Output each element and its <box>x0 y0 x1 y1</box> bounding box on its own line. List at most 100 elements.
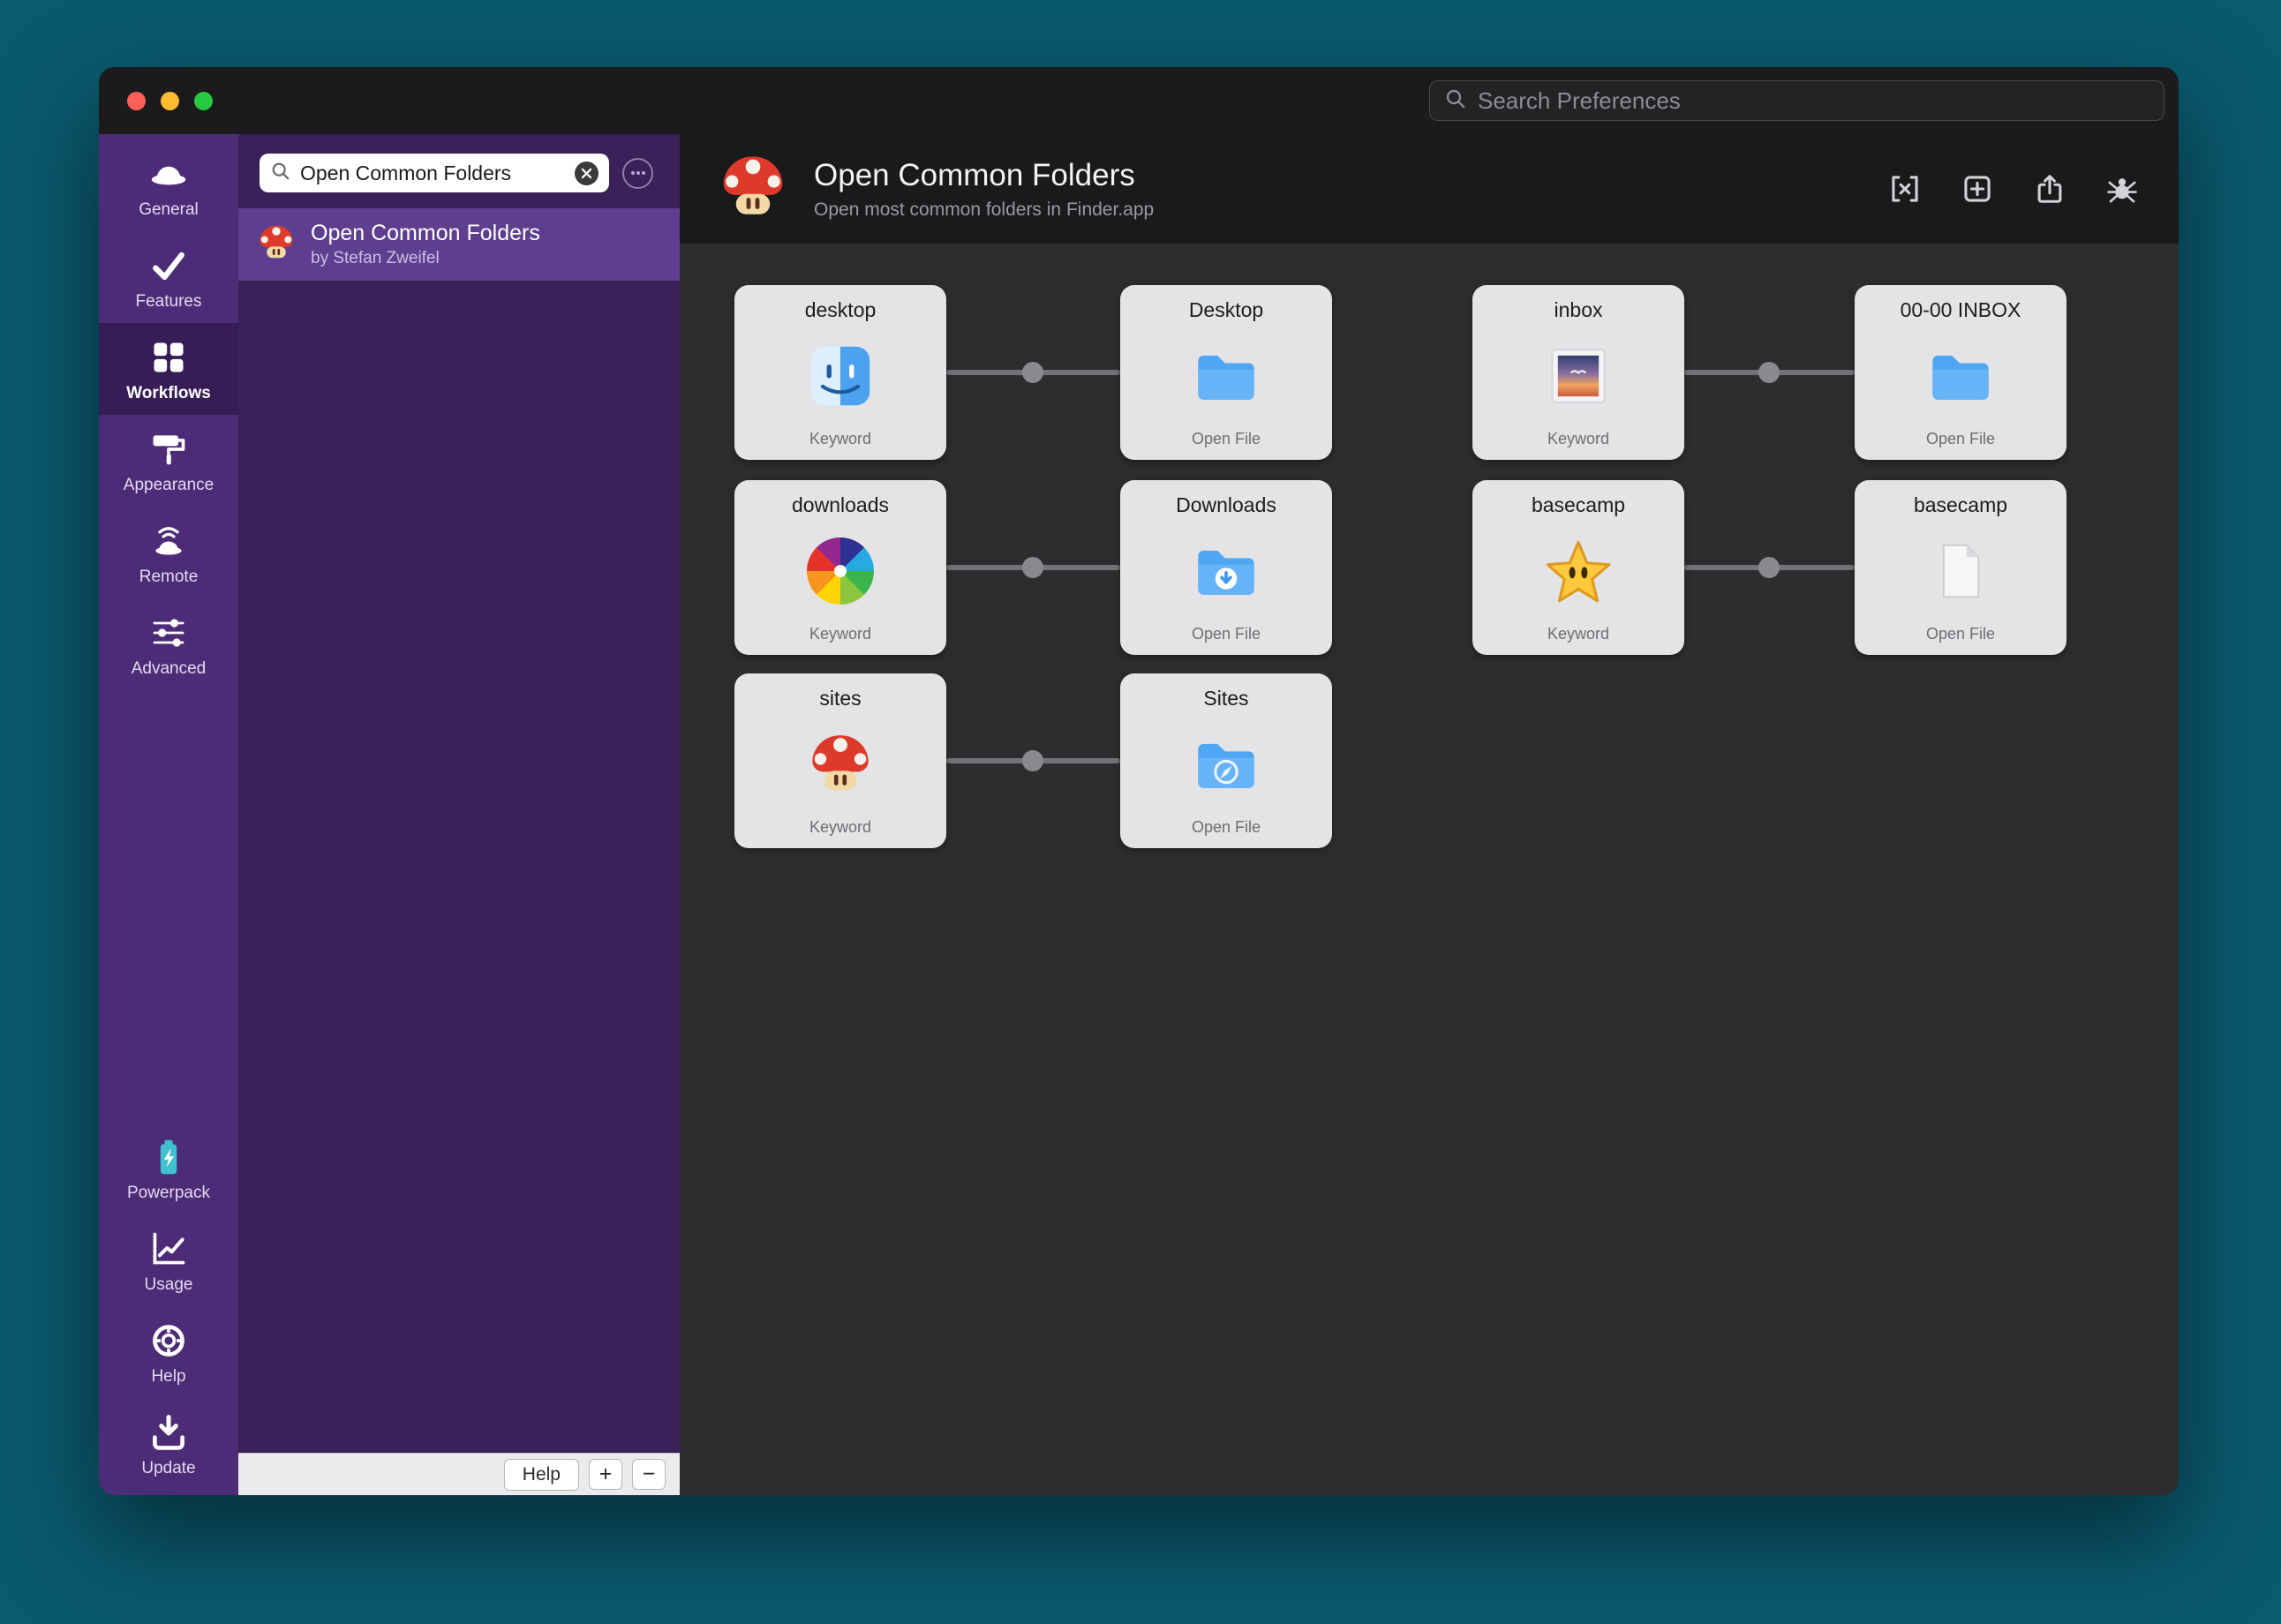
sidebar-item-label: Appearance <box>123 476 215 494</box>
search-preferences-field[interactable] <box>1429 80 2164 121</box>
sidebar-item-label: Powerpack <box>127 1184 210 1202</box>
connection-dot[interactable] <box>1022 750 1043 771</box>
mushroom-icon <box>256 222 297 267</box>
node-title: basecamp <box>1913 493 2008 516</box>
hat-icon <box>148 154 189 194</box>
minimize-window-button[interactable] <box>161 91 179 110</box>
node-title: Downloads <box>1176 493 1276 516</box>
node-type-label: Keyword <box>1547 430 1610 447</box>
check-icon <box>148 245 189 286</box>
zoom-window-button[interactable] <box>194 91 213 110</box>
workflow-header-actions <box>1887 171 2140 207</box>
workflow-header: Open Common Folders Open most common fol… <box>680 134 2179 244</box>
workflow-search-row <box>238 134 680 208</box>
node-type-label: Open File <box>1191 625 1261 643</box>
sidebar-item-label: Remote <box>139 568 199 586</box>
pinwheel-icon <box>803 534 877 608</box>
sidebar-item-usage[interactable]: Usage <box>99 1214 238 1306</box>
clear-search-icon[interactable] <box>575 161 598 185</box>
alfred-preferences-window: General Features Workflows Appearance <box>99 67 2179 1495</box>
node-sites-keyword[interactable]: sites Keyword <box>734 673 946 848</box>
workflow-list-panel: Open Common Folders by Stefan Zweifel He… <box>238 134 680 1495</box>
window-body: General Features Workflows Appearance Re… <box>99 134 2179 1495</box>
node-title: basecamp <box>1531 493 1626 516</box>
close-window-button[interactable] <box>127 91 146 110</box>
star-icon <box>1541 534 1615 608</box>
workflow-title: Open Common Folders <box>814 157 1135 192</box>
workflow-item-author: by Stefan Zweifel <box>311 249 440 267</box>
connection-dot[interactable] <box>1022 557 1043 578</box>
chart-icon <box>148 1229 189 1269</box>
node-title: inbox <box>1554 298 1603 321</box>
sidebar-item-general[interactable]: General <box>99 139 238 231</box>
search-icon <box>270 161 291 186</box>
node-basecamp-openfile[interactable]: basecamp Open File <box>1855 480 2066 655</box>
search-icon <box>1444 87 1467 115</box>
connection-dot[interactable] <box>1758 557 1780 578</box>
sidebar-item-remote[interactable]: Remote <box>99 507 238 598</box>
workflow-list-footer: Help + − <box>238 1453 680 1495</box>
paint-roller-icon <box>148 429 189 470</box>
node-desktop-keyword[interactable]: desktop Keyword <box>734 285 946 460</box>
workflow-header-text: Open Common Folders Open most common fol… <box>814 158 1154 221</box>
workflow-list-item[interactable]: Open Common Folders by Stefan Zweifel <box>238 208 680 281</box>
node-title: 00-00 INBOX <box>1900 298 2021 321</box>
connection-dot[interactable] <box>1022 362 1043 383</box>
add-object-icon[interactable] <box>1960 171 1995 207</box>
node-type-label: Open File <box>1925 625 1996 643</box>
mushroom-icon <box>717 151 789 228</box>
node-inbox-openfile[interactable]: 00-00 INBOX Open File <box>1855 285 2066 460</box>
node-title: sites <box>819 687 862 710</box>
node-title: Sites <box>1203 687 1249 710</box>
workflow-detail-panel: Open Common Folders Open most common fol… <box>680 134 2179 1495</box>
sidebar-item-update[interactable]: Update <box>99 1398 238 1490</box>
more-options-icon[interactable] <box>622 157 653 189</box>
remove-workflow-button[interactable]: − <box>632 1459 666 1490</box>
node-basecamp-keyword[interactable]: basecamp Keyword <box>1472 480 1684 655</box>
node-downloads-keyword[interactable]: downloads Keyword <box>734 480 946 655</box>
workflow-list-item-text: Open Common Folders by Stefan Zweifel <box>311 221 540 268</box>
download-tray-icon <box>148 1412 189 1453</box>
node-title: desktop <box>804 298 877 321</box>
document-icon <box>1923 534 1998 608</box>
node-downloads-openfile[interactable]: Downloads Open File <box>1120 480 1332 655</box>
node-type-label: Open File <box>1191 818 1261 836</box>
sidebar-item-advanced[interactable]: Advanced <box>99 598 238 690</box>
sidebar-item-appearance[interactable]: Appearance <box>99 415 238 507</box>
share-icon[interactable] <box>2032 171 2067 207</box>
search-preferences-input[interactable] <box>1478 86 2149 115</box>
node-title: Desktop <box>1188 298 1264 321</box>
node-type-label: Keyword <box>809 625 872 643</box>
sidebar-item-label: Help <box>151 1367 186 1386</box>
remote-hat-icon <box>148 521 189 561</box>
add-workflow-button[interactable]: + <box>589 1459 622 1490</box>
folder-download-icon <box>1189 534 1263 608</box>
variables-icon[interactable] <box>1887 171 1923 207</box>
sidebar-item-powerpack[interactable]: Powerpack <box>99 1123 238 1214</box>
node-type-label: Keyword <box>809 818 872 836</box>
node-type-label: Open File <box>1191 430 1261 447</box>
node-type-label: Keyword <box>1547 625 1610 643</box>
sidebar-item-label: General <box>139 200 199 219</box>
sidebar-item-help[interactable]: Help <box>99 1306 238 1398</box>
mail-stamp-icon <box>1541 339 1615 413</box>
sidebar-item-workflows[interactable]: Workflows <box>99 323 238 415</box>
battery-icon <box>148 1137 189 1177</box>
workflow-search-input[interactable] <box>300 161 566 185</box>
node-sites-openfile[interactable]: Sites Open File <box>1120 673 1332 848</box>
sidebar-item-label: Update <box>141 1459 196 1477</box>
sidebar-item-features[interactable]: Features <box>99 231 238 323</box>
node-desktop-openfile[interactable]: Desktop Open File <box>1120 285 1332 460</box>
workflow-canvas[interactable]: desktop Keyword Desktop Open File inbox <box>680 244 2179 1495</box>
workflow-search-field[interactable] <box>260 154 609 192</box>
sidebar-item-label: Features <box>135 292 202 311</box>
sidebar-item-label: Workflows <box>126 384 211 402</box>
debug-icon[interactable] <box>2104 171 2140 207</box>
sidebar-item-label: Advanced <box>131 659 207 678</box>
connection-dot[interactable] <box>1758 362 1780 383</box>
titlebar <box>99 67 2179 134</box>
help-button[interactable]: Help <box>503 1458 579 1491</box>
sidebar-item-label: Usage <box>144 1275 193 1294</box>
node-inbox-keyword[interactable]: inbox Keyword <box>1472 285 1684 460</box>
